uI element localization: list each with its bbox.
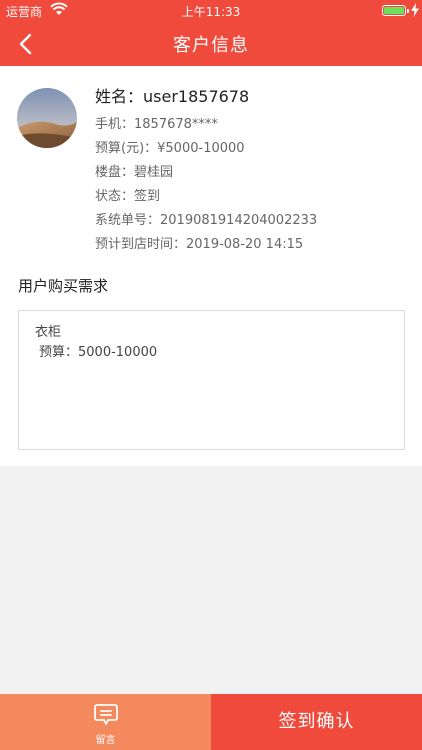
message-button[interactable]: 留言 [0,694,211,750]
charging-bolt-icon [411,3,419,17]
customer-name: 姓名：user1857678 [95,87,250,106]
expected-arrival-time: 预计到店时间：2019-08-20 14:15 [95,237,304,252]
sign-in-confirm-button[interactable]: 签到确认 [211,694,422,750]
customer-status: 状态：签到 [95,189,161,204]
customer-budget: 预算(元)：¥5000-10000 [95,141,245,156]
customer-info: 姓名：user1857678 手机：1857678**** 预算(元)：¥500… [95,86,317,257]
system-order-number: 系统单号：2019081914204002233 [95,213,318,228]
header: 运营商 上午11:33 客户信息 [0,0,422,66]
requirements-box: 衣柜 预算：5000-10000 [18,310,405,450]
bottom-bar: 留言 签到确认 [0,694,422,750]
avatar [17,88,77,148]
customer-phone: 手机：1857678**** [95,117,218,132]
message-label: 留言 [95,735,116,746]
requirements-title: 用户购买需求 [18,277,109,295]
message-icon [94,704,118,725]
battery-icon [382,5,409,16]
status-time: 上午11:33 [181,5,241,19]
page-title: 客户信息 [173,35,249,56]
customer-estate: 楼盘：碧桂园 [95,165,174,180]
requirement-item: 衣柜 [35,325,62,340]
customer-profile-card: 姓名：user1857678 手机：1857678**** 预算(元)：¥500… [0,66,422,466]
avatar-image [17,88,77,148]
status-bar: 运营商 上午11:33 [0,0,422,22]
navigation-bar: 客户信息 [0,22,422,66]
requirement-budget: 预算：5000-10000 [39,345,158,360]
